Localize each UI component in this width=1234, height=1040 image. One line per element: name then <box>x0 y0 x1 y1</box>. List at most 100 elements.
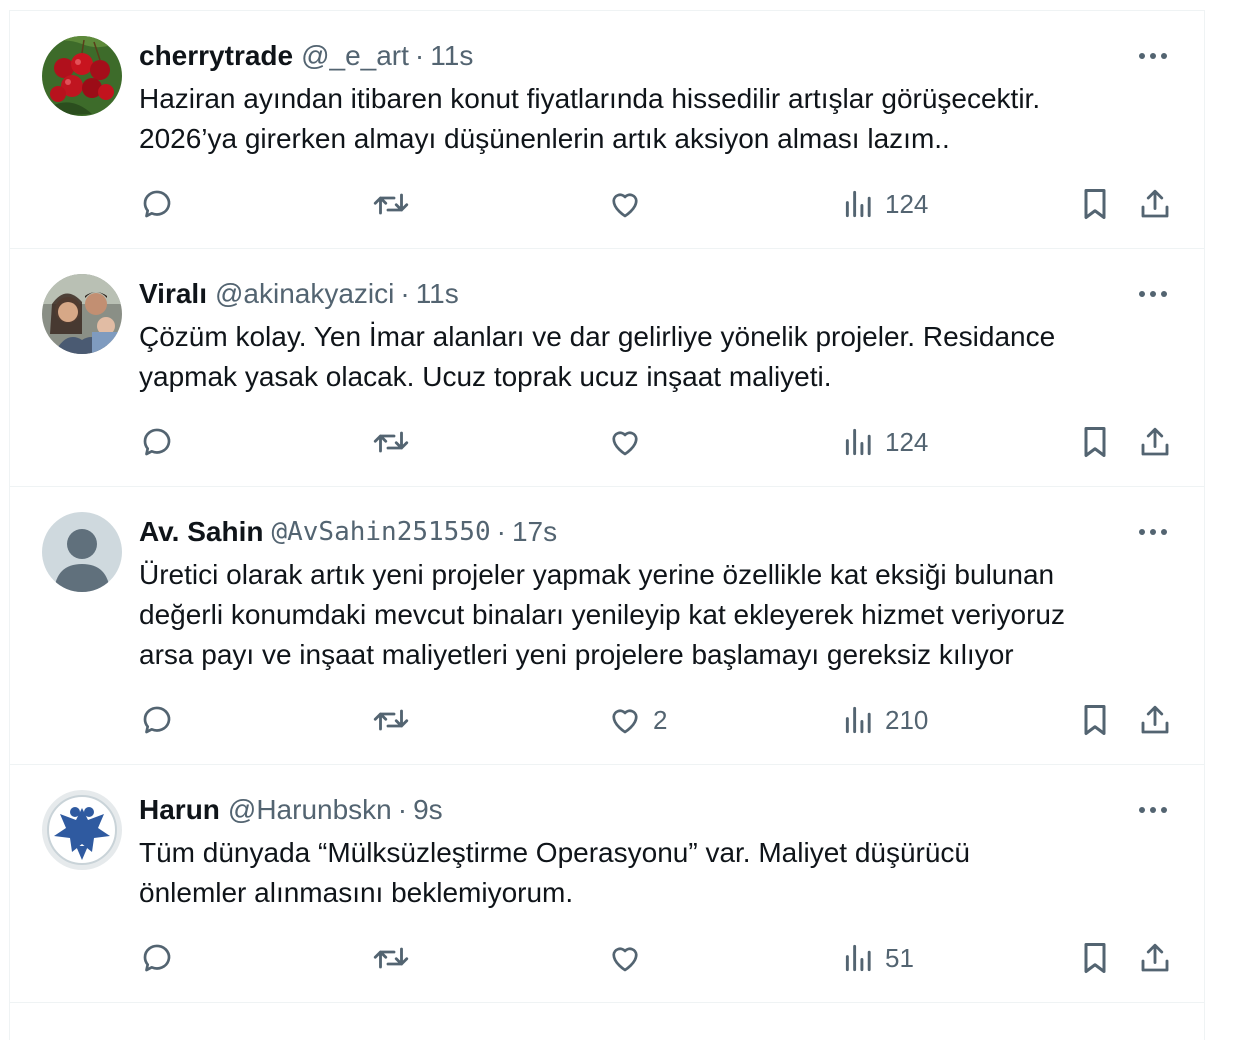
user-handle[interactable]: @AvSahin251550 <box>271 517 490 547</box>
tweet-header: Harun @Harunbskn · 9s <box>139 793 443 827</box>
user-handle[interactable]: @_e_art <box>301 40 409 72</box>
heart-icon <box>607 702 643 738</box>
avatar[interactable] <box>42 274 122 354</box>
avatar[interactable] <box>42 36 122 116</box>
share-icon <box>1137 702 1173 738</box>
retweet-button[interactable] <box>371 938 411 978</box>
share-button[interactable] <box>1137 184 1173 224</box>
timeline: cherrytrade @_e_art · 11s Haziran ayında… <box>9 10 1205 1040</box>
views-button[interactable]: 51 <box>843 938 914 978</box>
timestamp[interactable]: 11s <box>416 278 459 310</box>
avatar[interactable] <box>42 512 122 592</box>
share-icon <box>1137 186 1173 222</box>
tweet-header: Viralı @akinakyazici · 11s <box>139 277 459 311</box>
tweet-header: cherrytrade @_e_art · 11s <box>139 39 473 73</box>
heart-icon <box>607 940 643 976</box>
views-button[interactable]: 124 <box>843 184 928 224</box>
share-icon <box>1137 424 1173 460</box>
reply-icon <box>139 940 175 976</box>
timestamp[interactable]: 9s <box>413 794 443 826</box>
view-count: 124 <box>885 188 929 219</box>
display-name[interactable]: Viralı <box>139 278 207 310</box>
bookmark-icon <box>1078 702 1112 738</box>
views-chart-icon <box>843 702 875 738</box>
tweet[interactable]: Harun @Harunbskn · 9s Tüm dünyada “Mülks… <box>10 765 1204 1003</box>
action-bar: 2 210 <box>10 700 1206 740</box>
view-count: 124 <box>885 426 929 457</box>
reply-button[interactable] <box>139 700 175 740</box>
views-button[interactable]: 210 <box>843 700 928 740</box>
tweet-text-line: 2026’ya girerken almayı düşünenlerin art… <box>139 123 950 154</box>
tweet-text-line: Çözüm kolay. Yen İmar alanları ve dar ge… <box>139 321 1056 352</box>
bookmark-icon <box>1078 186 1112 222</box>
reply-button[interactable] <box>139 938 175 978</box>
share-button[interactable] <box>1137 422 1173 462</box>
views-chart-icon <box>843 940 875 976</box>
tweet-text: Tüm dünyada “Mülksüzleştirme Operasyonu”… <box>139 833 1179 913</box>
view-count: 210 <box>885 704 929 735</box>
bookmark-button[interactable] <box>1078 422 1112 462</box>
retweet-button[interactable] <box>371 422 411 462</box>
tweet-text: Çözüm kolay. Yen İmar alanları ve dar ge… <box>139 317 1179 397</box>
retweet-button[interactable] <box>371 700 411 740</box>
views-chart-icon <box>843 186 875 222</box>
reply-button[interactable] <box>139 422 175 462</box>
view-count: 51 <box>885 942 914 973</box>
share-button[interactable] <box>1137 700 1173 740</box>
more-options-icon[interactable] <box>1136 515 1170 549</box>
reply-icon <box>139 424 175 460</box>
tweet-text-line: yapmak yasak olacak. Ucuz toprak ucuz in… <box>139 361 832 392</box>
user-handle[interactable]: @Harunbskn <box>228 794 392 826</box>
tweet-text-line: önlemler alınmasını beklemiyorum. <box>139 877 574 908</box>
retweet-icon <box>371 186 411 222</box>
like-button[interactable] <box>607 184 653 224</box>
action-bar: 124 <box>10 422 1206 462</box>
tweet[interactable]: cherrytrade @_e_art · 11s Haziran ayında… <box>10 11 1204 249</box>
bookmark-icon <box>1078 424 1112 460</box>
separator: · <box>414 40 425 71</box>
tweet-text-line: değerli konumdaki mevcut binaları yenile… <box>139 599 1065 630</box>
retweet-icon <box>371 940 411 976</box>
bookmark-icon <box>1078 940 1112 976</box>
views-button[interactable]: 124 <box>843 422 928 462</box>
reply-button[interactable] <box>139 184 175 224</box>
retweet-button[interactable] <box>371 184 411 224</box>
reply-icon <box>139 702 175 738</box>
bookmark-button[interactable] <box>1078 938 1112 978</box>
like-button[interactable] <box>607 938 653 978</box>
bookmark-button[interactable] <box>1078 184 1112 224</box>
display-name[interactable]: cherrytrade <box>139 40 293 72</box>
tweet-text-line: Haziran ayından itibaren konut fiyatları… <box>139 83 1041 114</box>
reply-icon <box>139 186 175 222</box>
timestamp[interactable]: 17s <box>512 516 557 548</box>
like-button[interactable]: 2 <box>607 700 667 740</box>
tweet-text-line: Tüm dünyada “Mülksüzleştirme Operasyonu”… <box>139 837 971 868</box>
separator: · <box>397 794 408 825</box>
retweet-icon <box>371 702 411 738</box>
display-name[interactable]: Av. Sahin <box>139 516 263 548</box>
tweet[interactable]: Av. Sahin @AvSahin251550 · 17s Üretici o… <box>10 487 1204 765</box>
tweet-header: Av. Sahin @AvSahin251550 · 17s <box>139 515 557 549</box>
separator: · <box>400 278 410 309</box>
more-options-icon[interactable] <box>1136 39 1170 73</box>
separator: · <box>496 516 506 547</box>
views-chart-icon <box>843 424 875 460</box>
more-options-icon[interactable] <box>1136 277 1170 311</box>
like-button[interactable] <box>607 422 653 462</box>
tweet[interactable]: Viralı @akinakyazici · 11s Çözüm kolay. … <box>10 249 1204 487</box>
heart-icon <box>607 424 643 460</box>
heart-icon <box>607 186 643 222</box>
display-name[interactable]: Harun <box>139 794 220 826</box>
more-options-icon[interactable] <box>1136 793 1170 827</box>
share-icon <box>1137 940 1173 976</box>
tweet-text: Haziran ayından itibaren konut fiyatları… <box>139 79 1179 159</box>
share-button[interactable] <box>1137 938 1173 978</box>
bookmark-button[interactable] <box>1078 700 1112 740</box>
avatar[interactable] <box>42 790 122 870</box>
tweet-text-line: Üretici olarak artık yeni projeler yapma… <box>139 559 1055 590</box>
retweet-icon <box>371 424 411 460</box>
timestamp[interactable]: 11s <box>430 40 473 72</box>
like-count: 2 <box>653 704 668 735</box>
user-handle[interactable]: @akinakyazici <box>215 278 394 310</box>
action-bar: 51 <box>10 938 1206 978</box>
